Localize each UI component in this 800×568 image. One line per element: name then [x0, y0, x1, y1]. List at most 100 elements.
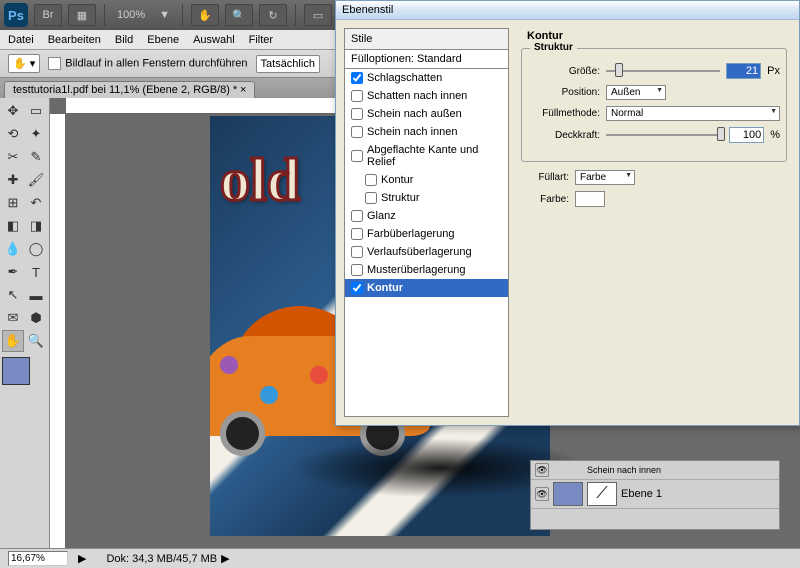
hand-tool[interactable]: ✋ — [2, 330, 24, 352]
effect-checkbox[interactable] — [351, 108, 363, 120]
effect-struktur[interactable]: Struktur — [345, 189, 508, 207]
color-swatches[interactable] — [2, 357, 47, 385]
stroke-color-swatch[interactable] — [575, 191, 605, 207]
menu-filter[interactable]: Filter — [249, 34, 273, 46]
effect-kontur[interactable]: Kontur — [345, 279, 508, 297]
effect-checkbox[interactable] — [351, 246, 363, 258]
effect-checkbox[interactable] — [351, 282, 363, 294]
effect-schein-nach-innen[interactable]: Schein nach innen — [345, 123, 508, 141]
scroll-checkbox-wrap[interactable]: Bildlauf in allen Fenstern durchführen — [48, 57, 247, 70]
shape-tool[interactable]: ▬ — [25, 284, 47, 306]
zoom-tool[interactable]: 🔍 — [25, 330, 47, 352]
filltype-dropdown[interactable]: Farbe — [575, 170, 635, 185]
effect-glanz[interactable]: Glanz — [345, 207, 508, 225]
blur-tool[interactable]: 💧 — [2, 238, 24, 260]
layer-thumb — [553, 482, 583, 506]
visibility-icon[interactable]: 👁 — [535, 463, 549, 477]
menu-bild[interactable]: Bild — [115, 34, 133, 46]
path-tool[interactable]: ↖ — [2, 284, 24, 306]
visibility-icon[interactable]: 👁 — [535, 487, 549, 501]
effect-checkbox[interactable] — [365, 192, 377, 204]
filltype-label: Füllart: — [527, 172, 569, 183]
marquee-tool[interactable]: ▭ — [25, 100, 47, 122]
gradient-tool[interactable]: ◨ — [25, 215, 47, 237]
close-icon[interactable]: × — [240, 84, 246, 96]
history-brush[interactable]: ↶ — [25, 192, 47, 214]
layer-row[interactable]: 👁 ⟋ Ebene 1 — [531, 480, 779, 509]
actual-size-button[interactable]: Tatsächlich — [256, 55, 320, 73]
crop-tool[interactable]: ✂ — [2, 146, 24, 168]
effect-schatten-nach-innen[interactable]: Schatten nach innen — [345, 87, 508, 105]
hand-tool-icon[interactable]: ✋ — [191, 4, 219, 26]
arrow-icon[interactable]: ▶ — [221, 552, 229, 565]
effect-checkbox[interactable] — [351, 150, 363, 162]
dropdown-icon[interactable]: ▼ — [155, 9, 174, 21]
foreground-color[interactable] — [2, 357, 30, 385]
mask-thumb: ⟋ — [587, 482, 617, 506]
effect-abgeflachte-kante-und-relief[interactable]: Abgeflachte Kante und Relief — [345, 141, 508, 171]
arrow-icon[interactable]: ▶ — [78, 552, 86, 565]
wand-tool[interactable]: ✦ — [25, 123, 47, 145]
checkbox-icon[interactable] — [48, 57, 61, 70]
styles-list: Stile Fülloptionen: Standard Schlagschat… — [344, 28, 509, 417]
effect-verlaufsüberlagerung[interactable]: Verlaufsüberlagerung — [345, 243, 508, 261]
effect-checkbox[interactable] — [351, 228, 363, 240]
type-tool[interactable]: T — [25, 261, 47, 283]
effect-checkbox[interactable] — [365, 174, 377, 186]
brush-tool[interactable]: 🖌 — [25, 169, 47, 191]
eraser-tool[interactable]: ◧ — [2, 215, 24, 237]
current-tool-preset[interactable]: ✋ ▾ — [8, 54, 40, 73]
effect-kontur[interactable]: Kontur — [345, 171, 508, 189]
layer-name[interactable]: Ebene 1 — [621, 488, 662, 500]
move-tool[interactable]: ✥ — [2, 100, 24, 122]
size-slider[interactable] — [606, 70, 720, 72]
notes-tool[interactable]: ✉ — [2, 307, 24, 329]
ps-logo-icon: Ps — [4, 3, 28, 27]
opacity-input[interactable] — [729, 127, 764, 143]
effect-label: Schatten nach innen — [367, 90, 467, 102]
layer-effect-row[interactable]: 👁 Schein nach innen — [531, 461, 779, 480]
stamp-tool[interactable]: ⊞ — [2, 192, 24, 214]
dialog-titlebar[interactable]: Ebenenstil — [336, 1, 799, 20]
menu-ebene[interactable]: Ebene — [147, 34, 179, 46]
position-dropdown[interactable]: Außen — [606, 85, 666, 100]
zoom-level[interactable]: 100% — [113, 9, 149, 21]
dodge-tool[interactable]: ◯ — [25, 238, 47, 260]
pen-tool[interactable]: ✒ — [2, 261, 24, 283]
zoom-input[interactable] — [8, 551, 68, 566]
layers-panel: 👁 Schein nach innen 👁 ⟋ Ebene 1 — [530, 460, 780, 530]
document-tab[interactable]: testtutoria1l.pdf bei 11,1% (Ebene 2, RG… — [4, 81, 255, 98]
size-unit: Px — [767, 65, 780, 77]
blending-options[interactable]: Fülloptionen: Standard — [345, 50, 508, 69]
menu-datei[interactable]: Datei — [8, 34, 34, 46]
separator — [104, 4, 105, 26]
effect-checkbox[interactable] — [351, 210, 363, 222]
styles-header[interactable]: Stile — [345, 29, 508, 50]
rotate-icon[interactable]: ↻ — [259, 4, 287, 26]
effect-schlagschatten[interactable]: Schlagschatten — [345, 69, 508, 87]
effect-label: Kontur — [381, 174, 413, 186]
bridge-button[interactable]: Br — [34, 4, 62, 26]
menu-auswahl[interactable]: Auswahl — [193, 34, 235, 46]
effect-name: Schein nach innen — [587, 465, 661, 475]
effect-farbüberlagerung[interactable]: Farbüberlagerung — [345, 225, 508, 243]
heal-tool[interactable]: ✚ — [2, 169, 24, 191]
effect-schein-nach-außen[interactable]: Schein nach außen — [345, 105, 508, 123]
effect-musterüberlagerung[interactable]: Musterüberlagerung — [345, 261, 508, 279]
effect-checkbox[interactable] — [351, 264, 363, 276]
screen-mode-icon[interactable]: ▭ — [304, 4, 332, 26]
lasso-tool[interactable]: ⟲ — [2, 123, 24, 145]
effect-checkbox[interactable] — [351, 126, 363, 138]
menu-bearbeiten[interactable]: Bearbeiten — [48, 34, 101, 46]
effect-checkbox[interactable] — [351, 72, 363, 84]
arrange-icon[interactable]: ▦ — [68, 4, 96, 26]
zoom-tool-icon[interactable]: 🔍 — [225, 4, 253, 26]
effect-label: Abgeflachte Kante und Relief — [367, 144, 502, 168]
3d-tool[interactable]: ⬢ — [25, 307, 47, 329]
opacity-unit: % — [770, 129, 780, 141]
eyedropper-tool[interactable]: ✎ — [25, 146, 47, 168]
effect-checkbox[interactable] — [351, 90, 363, 102]
size-input[interactable] — [726, 63, 761, 79]
opacity-slider[interactable] — [606, 134, 723, 136]
blendmode-dropdown[interactable]: Normal — [606, 106, 780, 121]
